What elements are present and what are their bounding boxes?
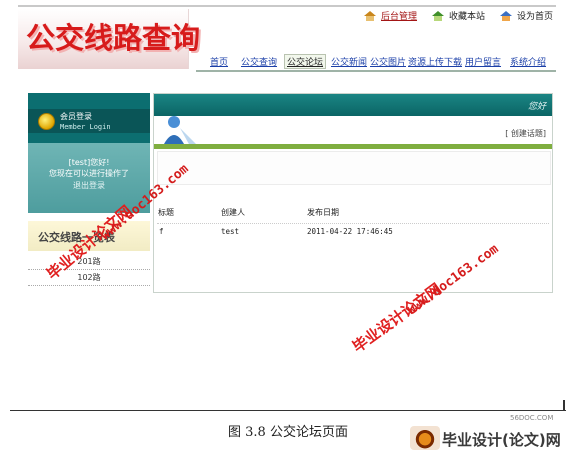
nav-home[interactable]: 首页 [210, 55, 228, 68]
admin-link[interactable]: 后台管理 [362, 9, 417, 22]
forum-blank-area [157, 151, 551, 185]
set-homepage-link[interactable]: 设为首页 [498, 9, 553, 22]
nav-resources[interactable]: 资源上传下载 [408, 55, 462, 68]
col-title: 标题 [158, 208, 174, 217]
forum-panel-header: 您好 [154, 94, 552, 116]
corner-logo-text: 毕业设计(论文)网 [442, 431, 561, 449]
forum-green-bar [154, 144, 552, 149]
topic-title[interactable]: f [159, 227, 164, 236]
nav-system-intro[interactable]: 系统介绍 [510, 55, 546, 68]
admin-house-icon [364, 11, 376, 21]
topic-creator: test [221, 227, 240, 236]
greeting-message: 您现在可以进行操作了 [49, 169, 129, 178]
logo-text: 公交线路查询 [26, 21, 201, 55]
nav-bus-news[interactable]: 公交新闻 [331, 55, 367, 68]
forum-panel: 您好 [ 创建话题] 标题 创建人 发布日期 f test 2011-04-22… [153, 93, 553, 293]
login-title: 会员登录 [60, 112, 92, 121]
nav-messages[interactable]: 用户留言 [465, 55, 501, 68]
site-logo[interactable]: 公交线路查询 [18, 9, 200, 69]
corner-site-url: 56DOC.COM [510, 414, 554, 422]
nav-bus-forum[interactable]: 公交论坛 [284, 54, 327, 69]
login-subtitle: Member Login [60, 123, 111, 131]
bottom-divider [10, 410, 566, 411]
create-topic-button[interactable]: [ 创建话题] [505, 128, 546, 139]
homepage-icon [500, 11, 512, 21]
corner-logo-icon [410, 426, 440, 450]
col-date: 发布日期 [307, 208, 339, 217]
nav-divider [196, 70, 556, 72]
nav-bus-search[interactable]: 公交查询 [241, 55, 277, 68]
top-divider [18, 5, 556, 7]
bottom-tick [563, 400, 565, 411]
member-icon [38, 113, 55, 130]
forum-person-icon [164, 116, 196, 146]
bookmark-house-icon [432, 11, 444, 21]
topic-date: 2011-04-22 17:46:45 [307, 227, 393, 236]
logout-link[interactable]: 退出登录 [28, 180, 150, 191]
main-nav: 首页 公交查询 公交论坛 公交新闻 公交图片 资源上传下载 用户留言 系统介绍 [200, 54, 556, 69]
bookmark-link[interactable]: 收藏本站 [430, 9, 485, 22]
panel-greeting: 您好 [527, 102, 546, 112]
col-creator: 创建人 [221, 208, 245, 217]
nav-bus-photos[interactable]: 公交图片 [370, 55, 406, 68]
table-row[interactable]: f test 2011-04-22 17:46:45 [157, 223, 549, 238]
forum-table-header: 标题 创建人 发布日期 [157, 207, 549, 221]
set-homepage-label: 设为首页 [517, 12, 554, 22]
greeting-user: [test]您好! [68, 158, 110, 167]
bookmark-link-label: 收藏本站 [449, 12, 486, 22]
admin-link-label: 后台管理 [381, 12, 418, 22]
